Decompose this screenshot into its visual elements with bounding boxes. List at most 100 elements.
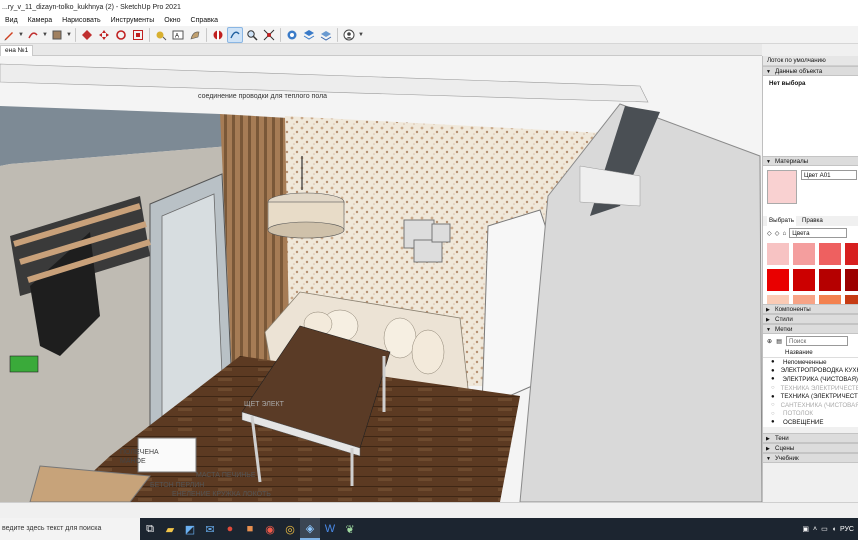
tag-row[interactable]: ● ЭЛЕКТРИКА (ЧИСТОВАЯ): [763, 375, 858, 384]
account-icon[interactable]: [341, 27, 357, 43]
tab-select[interactable]: Выбрать: [767, 216, 796, 226]
color-swatch[interactable]: [767, 269, 789, 291]
material-name-field[interactable]: Цвет A01: [801, 170, 857, 180]
visibility-eye-icon[interactable]: ○: [771, 411, 777, 417]
chevron-right-icon: ▶: [766, 307, 770, 313]
chevron-down-icon[interactable]: ▼: [18, 27, 24, 43]
color-swatch[interactable]: [845, 269, 858, 291]
mail-icon[interactable]: ✉: [200, 518, 220, 540]
shadows-header[interactable]: ▶ Тени: [763, 432, 858, 443]
section-plane-icon[interactable]: [210, 27, 226, 43]
orbit-icon[interactable]: [227, 26, 243, 43]
material-swatch[interactable]: [767, 170, 797, 204]
offset-icon[interactable]: [130, 27, 146, 43]
feather-icon[interactable]: ❦: [340, 518, 360, 540]
menu-view[interactable]: Вид: [0, 17, 23, 24]
3d-viewport[interactable]: соединение проводки для теплого пола ЩЕТ…: [0, 56, 762, 502]
zoom-icon[interactable]: [244, 27, 260, 43]
paint-bucket-icon[interactable]: [49, 27, 65, 43]
menu-camera[interactable]: Камера: [23, 17, 57, 24]
tray-app-icon[interactable]: ▣: [802, 525, 809, 533]
text-icon[interactable]: A: [170, 27, 186, 43]
language-indicator[interactable]: РУС: [840, 526, 854, 533]
chevron-down-icon[interactable]: ▼: [42, 27, 48, 43]
chevron-down-icon[interactable]: ▼: [66, 27, 72, 43]
components-header[interactable]: ▶ Компоненты: [763, 304, 858, 314]
extension-icon[interactable]: [301, 27, 317, 43]
network-icon[interactable]: ▭: [821, 525, 828, 533]
chevron-down-icon[interactable]: ▼: [358, 27, 364, 43]
visibility-eye-icon[interactable]: ○: [771, 385, 775, 391]
volume-icon[interactable]: ◖: [832, 526, 836, 533]
maps-icon[interactable]: ◉: [260, 518, 280, 540]
details-icon[interactable]: ▤: [776, 338, 782, 345]
menu-help[interactable]: Справка: [186, 17, 223, 24]
tag-row[interactable]: ● ОСВЕЩЕНИЕ: [763, 418, 858, 427]
tab-scene-1[interactable]: ена №1: [0, 45, 34, 56]
annotation-text-4: БЕТОН ПЕРЛИН: [150, 482, 205, 489]
tag-row[interactable]: ○ ПОТОЛОК: [763, 409, 858, 419]
tag-row[interactable]: ● ТЕХНИКА (ЭЛЕКТРИЧЕСТВО): [763, 392, 858, 401]
color-swatch[interactable]: [845, 295, 858, 304]
chevron-down-icon: ▼: [766, 69, 771, 75]
warehouse-icon[interactable]: [284, 27, 300, 43]
tag-row[interactable]: ● Непомеченные: [763, 358, 858, 367]
material-library-select[interactable]: Цвета: [789, 228, 848, 238]
task-view-icon[interactable]: ⧉: [140, 518, 160, 540]
forward-icon[interactable]: ◇: [775, 230, 780, 237]
menu-window[interactable]: Окно: [159, 17, 185, 24]
toolbar-separator: [149, 27, 150, 42]
scenes-header[interactable]: ▶ Сцены: [763, 442, 858, 453]
color-swatch[interactable]: [819, 269, 841, 291]
back-icon[interactable]: ◇: [767, 230, 772, 237]
materials-header[interactable]: ▼ Материалы: [763, 156, 858, 166]
tags-search-input[interactable]: Поиск: [786, 336, 849, 346]
menu-tools[interactable]: Инструменты: [106, 17, 160, 24]
visibility-eye-icon[interactable]: ●: [771, 419, 777, 425]
visibility-eye-icon[interactable]: ●: [771, 359, 777, 365]
tag-row[interactable]: ○ САНТЕХНИКА (ЧИСТОВАЯ): [763, 400, 858, 410]
color-swatch[interactable]: [793, 269, 815, 291]
chrome-icon[interactable]: ◎: [280, 518, 300, 540]
zoom-extents-icon[interactable]: [261, 27, 277, 43]
move-icon[interactable]: [96, 27, 112, 43]
visibility-eye-icon[interactable]: ●: [771, 394, 775, 400]
sketchup-icon[interactable]: ◈: [300, 518, 320, 540]
chevron-up-icon[interactable]: ˄: [813, 526, 817, 533]
layers-icon[interactable]: [318, 27, 334, 43]
taskbar-search-input[interactable]: ведите здесь текст для поиска: [0, 518, 140, 540]
color-swatch[interactable]: [819, 295, 841, 304]
tiles-icon[interactable]: ■: [240, 518, 260, 540]
tag-row[interactable]: ● ЭЛЕКТРОПРОВОДКА КУХНЯ: [763, 366, 858, 376]
styles-header[interactable]: ▶ Стили: [763, 314, 858, 324]
pencil-icon[interactable]: [1, 27, 17, 43]
rotate-icon[interactable]: [113, 27, 129, 43]
color-swatch[interactable]: [819, 243, 841, 265]
color-swatch[interactable]: [793, 243, 815, 265]
chevron-down-icon: ▼: [766, 327, 771, 333]
color-swatch[interactable]: [793, 295, 815, 304]
word-icon[interactable]: W: [320, 518, 340, 540]
push-pull-icon[interactable]: [79, 27, 95, 43]
eraser-icon[interactable]: [25, 27, 41, 43]
instructor-header[interactable]: ▼ Учебник: [763, 452, 858, 463]
tag-row[interactable]: ○ ТЕХНИКА ЭЛЕКТРИЧЕСТВО: [763, 383, 858, 393]
menu-draw[interactable]: Нарисовать: [57, 17, 105, 24]
color-swatch[interactable]: [767, 295, 789, 304]
tape-measure-icon[interactable]: [153, 27, 169, 43]
visibility-eye-icon[interactable]: ●: [771, 368, 775, 374]
tags-header[interactable]: ▼ Метки: [763, 324, 858, 334]
visibility-eye-icon[interactable]: ●: [771, 376, 776, 382]
visibility-eye-icon[interactable]: ○: [771, 402, 775, 408]
color-swatch[interactable]: [845, 243, 858, 265]
tab-edit[interactable]: Правка: [802, 216, 823, 226]
file-explorer-icon[interactable]: ▰: [160, 518, 180, 540]
paint-icon[interactable]: [187, 27, 203, 43]
add-tag-icon[interactable]: ⊕: [767, 338, 772, 345]
store-icon[interactable]: ◩: [180, 518, 200, 540]
red-app-icon[interactable]: ●: [220, 518, 240, 540]
color-swatch[interactable]: [767, 243, 789, 265]
home-icon[interactable]: ⌂: [783, 230, 787, 237]
entity-info-header[interactable]: ▼ Данные объекта: [763, 66, 858, 76]
tag-name: ТЕХНИКА (ЭЛЕКТРИЧЕСТВО): [780, 393, 858, 401]
